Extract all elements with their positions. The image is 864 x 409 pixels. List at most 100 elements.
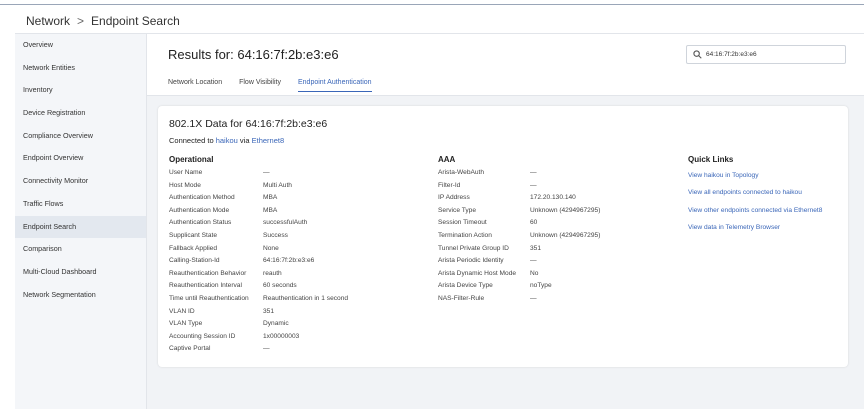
- operational-value: Reauthentication in 1 second: [263, 294, 349, 302]
- operational-value: None: [263, 244, 279, 252]
- aaa-value: 351: [530, 244, 542, 252]
- sidebar-item-inventory[interactable]: Inventory: [15, 79, 146, 102]
- aaa-label: Filter-Id: [438, 181, 461, 189]
- operational-row: Authentication Mode MBA: [169, 205, 348, 218]
- operational-label: VLAN ID: [169, 307, 195, 315]
- operational-row: Calling-Station-Id 64:16:7f:2b:e3:e6: [169, 255, 348, 268]
- sidebar-item-endpoint-overview[interactable]: Endpoint Overview: [15, 147, 146, 170]
- operational-label: Authentication Method: [169, 194, 235, 202]
- tab-network-location[interactable]: Network Location: [168, 79, 222, 92]
- operational-value: Dynamic: [263, 320, 289, 328]
- operational-row: Authentication Method MBA: [169, 192, 348, 205]
- operational-row: Time until Reauthentication Reauthenticat…: [169, 293, 348, 306]
- aaa-value: Unknown (4294967295): [530, 206, 601, 214]
- aaa-label: Session Timeout: [438, 219, 487, 227]
- card-title: 802.1X Data for 64:16:7f:2b:e3:e6: [169, 118, 328, 130]
- operational-value: MBA: [263, 206, 278, 214]
- sidebar-item-network-segmentation[interactable]: Network Segmentation: [15, 284, 146, 307]
- quick-link[interactable]: View data in Telemetry Browser: [688, 219, 822, 236]
- operational-value: 1x00000003: [263, 332, 300, 340]
- operational-label: Fallback Applied: [169, 244, 218, 252]
- tab-endpoint-authentication[interactable]: Endpoint Authentication: [297, 79, 372, 92]
- aaa-value: —: [530, 181, 537, 189]
- sidebar-item-network-entities[interactable]: Network Entities: [15, 57, 146, 80]
- aaa-row: Service Type Unknown (4294967295): [438, 205, 600, 218]
- aaa-value: Unknown (4294967295): [530, 231, 601, 239]
- sidebar-item-connectivity-monitor[interactable]: Connectivity Monitor: [15, 170, 146, 193]
- results-title: Results for: 64:16:7f:2b:e3:e6: [168, 47, 339, 62]
- operational-label: Reauthentication Behavior: [169, 269, 247, 277]
- search-box[interactable]: [686, 45, 846, 64]
- operational-value: —: [263, 169, 270, 176]
- aaa-title: AAA: [438, 155, 456, 164]
- aaa-label: IP Address: [438, 194, 470, 202]
- breadcrumb-network[interactable]: Network: [26, 14, 70, 28]
- operational-row: Host Mode Multi Auth: [169, 180, 348, 193]
- operational-label: Host Mode: [169, 181, 201, 189]
- aaa-value: 172.20.130.140: [530, 194, 576, 202]
- sidebar-item-multi-cloud-dashboard[interactable]: Multi-Cloud Dashboard: [15, 261, 146, 284]
- aaa-label: Arista Periodic Identity: [438, 257, 504, 265]
- operational-label: Authentication Status: [169, 219, 232, 227]
- operational-value: successfulAuth: [263, 219, 308, 227]
- aaa-row: Arista Dynamic Host Mode No: [438, 268, 600, 281]
- quick-links-section: Quick Links View haikou in Topology View …: [688, 155, 822, 237]
- operational-row: Supplicant State Success: [169, 230, 348, 243]
- breadcrumb: Network > Endpoint Search: [26, 14, 180, 28]
- sidebar-item-compliance-overview[interactable]: Compliance Overview: [15, 125, 146, 148]
- aaa-row: Arista Periodic Identity —: [438, 255, 600, 268]
- operational-label: Accounting Session ID: [169, 332, 236, 340]
- aaa-value: No: [530, 269, 539, 277]
- operational-label: Reauthentication Interval: [169, 282, 242, 290]
- sidebar-item-overview[interactable]: Overview: [15, 34, 146, 57]
- sidebar-item-device-registration[interactable]: Device Registration: [15, 102, 146, 125]
- operational-value: 64:16:7f:2b:e3:e6: [263, 257, 315, 265]
- search-input[interactable]: [706, 51, 836, 58]
- operational-row: VLAN ID 351: [169, 306, 348, 319]
- connected-via: via: [239, 136, 250, 145]
- interface-link-ethernet8[interactable]: Ethernet8: [252, 136, 285, 145]
- tab-bar: Network Location Flow Visibility Endpoin…: [168, 79, 372, 92]
- sidebar: Overview Network Entities Inventory Devi…: [15, 34, 147, 409]
- aaa-row: Filter-Id —: [438, 180, 600, 193]
- aaa-value: —: [530, 169, 537, 176]
- sidebar-item-comparison[interactable]: Comparison: [15, 238, 146, 261]
- aaa-label: Arista Dynamic Host Mode: [438, 269, 517, 277]
- operational-value: 60 seconds: [263, 282, 297, 290]
- breadcrumb-current: Endpoint Search: [91, 14, 180, 28]
- aaa-label: Termination Action: [438, 231, 492, 239]
- aaa-section: AAA Arista-WebAuth — Filter-Id — IP Address 1…: [438, 155, 600, 306]
- operational-value: Multi Auth: [263, 181, 292, 189]
- aaa-row: Arista-WebAuth —: [438, 167, 600, 180]
- operational-title: Operational: [169, 155, 214, 164]
- connected-prefix: Connected to: [169, 136, 214, 145]
- aaa-value: —: [530, 294, 537, 302]
- operational-value: Success: [263, 231, 288, 239]
- operational-row: Accounting Session ID 1x00000003: [169, 331, 348, 344]
- tab-flow-visibility[interactable]: Flow Visibility: [239, 79, 281, 92]
- breadcrumb-separator: >: [77, 14, 85, 28]
- aaa-row: NAS-Filter-Rule —: [438, 293, 600, 306]
- operational-row: Fallback Applied None: [169, 243, 348, 256]
- quick-link[interactable]: View other endpoints connected via Ether…: [688, 202, 822, 219]
- quick-link[interactable]: View all endpoints connected to haikou: [688, 184, 822, 201]
- dot1x-data-card: 802.1X Data for 64:16:7f:2b:e3:e6 Connec…: [158, 106, 848, 367]
- sidebar-item-traffic-flows[interactable]: Traffic Flows: [15, 193, 146, 216]
- quick-link[interactable]: View haikou in Topology: [688, 167, 822, 184]
- operational-label: Captive Portal: [169, 345, 211, 353]
- operational-row: Captive Portal —: [169, 343, 348, 356]
- sidebar-item-endpoint-search[interactable]: Endpoint Search: [15, 215, 146, 239]
- operational-label: User Name: [169, 169, 203, 176]
- operational-row: VLAN Type Dynamic: [169, 318, 348, 331]
- results-header: Results for: 64:16:7f:2b:e3:e6 Network L…: [147, 34, 864, 96]
- operational-label: Calling-Station-Id: [169, 257, 220, 265]
- operational-value: —: [263, 345, 270, 353]
- aaa-row: Tunnel Private Group ID 351: [438, 243, 600, 256]
- aaa-label: Arista Device Type: [438, 282, 493, 290]
- device-link-haikou[interactable]: haikou: [216, 136, 238, 145]
- aaa-value: noType: [530, 282, 552, 290]
- operational-value: reauth: [263, 269, 282, 277]
- operational-row: User Name —: [169, 167, 348, 180]
- operational-row: Reauthentication Interval 60 seconds: [169, 280, 348, 293]
- operational-label: Authentication Mode: [169, 206, 230, 214]
